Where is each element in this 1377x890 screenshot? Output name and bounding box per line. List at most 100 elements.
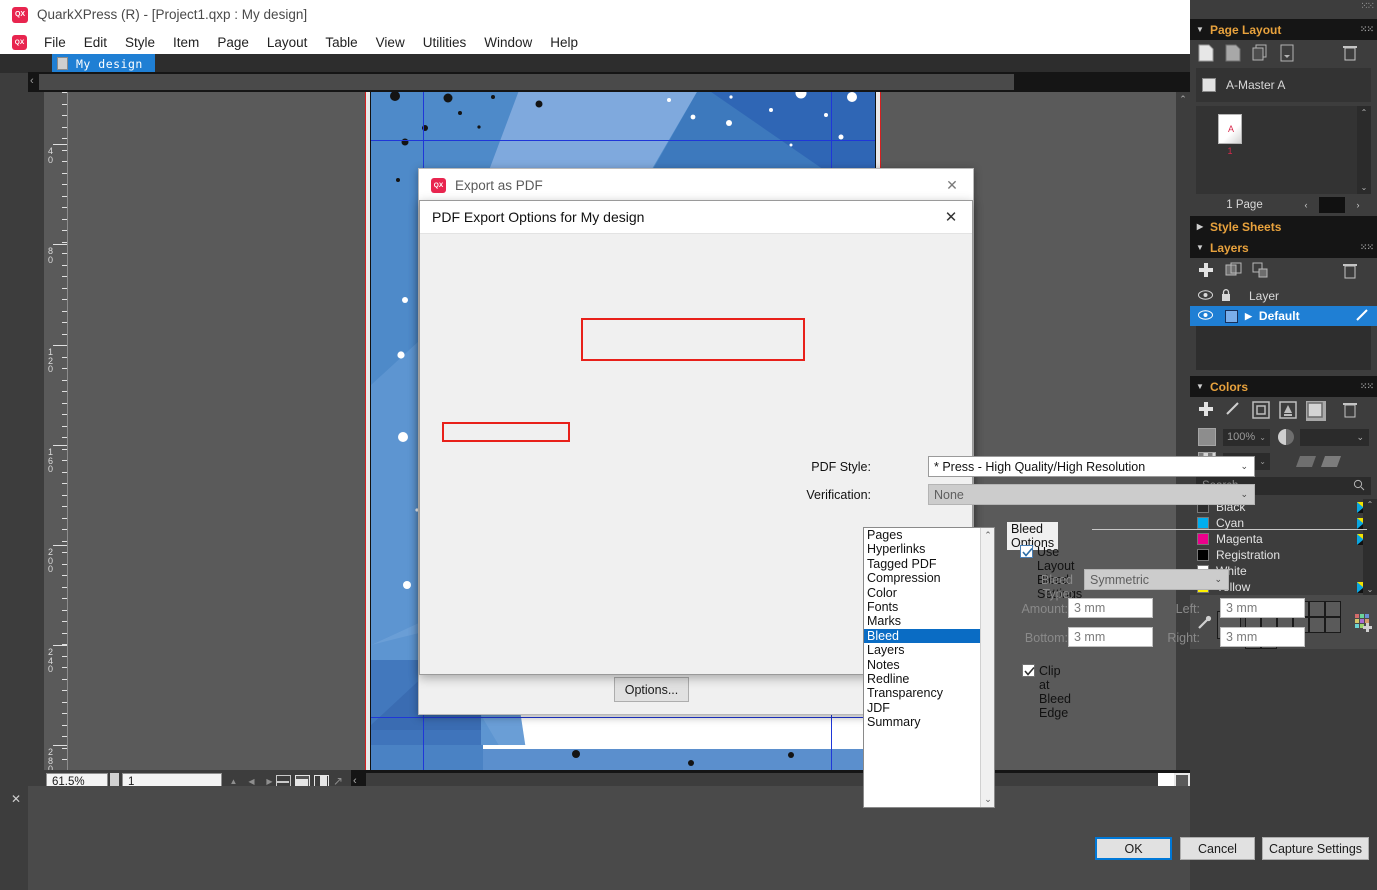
merge-layers-icon[interactable] (1225, 262, 1245, 282)
category-scroll-up-icon[interactable]: ⌃ (981, 530, 995, 541)
category-item-compression[interactable]: Compression (864, 571, 994, 585)
linear-blend-icon[interactable] (1296, 456, 1316, 467)
move-item-layer-icon[interactable] (1252, 262, 1272, 282)
add-layer-icon[interactable] (1198, 262, 1218, 282)
category-item-summary[interactable]: Summary (864, 715, 994, 729)
bleed-left-field[interactable]: 3 mm (1220, 598, 1305, 618)
layer-eye-icon[interactable] (1198, 309, 1213, 323)
opacity-icon[interactable] (1278, 429, 1294, 445)
panel-grip-icon[interactable]: ⁙⁙ (1360, 24, 1373, 35)
category-item-redline[interactable]: Redline (864, 672, 994, 686)
category-scroll-down-icon[interactable]: ⌄ (981, 794, 995, 805)
delete-color-icon[interactable] (1342, 401, 1362, 421)
category-listbox[interactable]: Pages Hyperlinks Tagged PDF Compression … (863, 527, 995, 808)
category-item-hyperlinks[interactable]: Hyperlinks (864, 542, 994, 556)
add-color-icon[interactable] (1198, 401, 1218, 421)
bleed-type-combo[interactable]: Symmetric ⌄ (1084, 569, 1229, 590)
color-scroll-up-icon[interactable]: ⌃ (1363, 499, 1377, 509)
use-layout-bleed-checkbox[interactable] (1020, 545, 1033, 558)
page-thumbnail-scrollbar[interactable]: ⌃ ⌄ (1357, 106, 1371, 194)
menu-item[interactable]: Item (164, 33, 208, 52)
pdf-style-combo[interactable]: * Press - High Quality/High Resolution ⌄ (928, 456, 1255, 477)
swatch-cell[interactable] (1325, 601, 1341, 617)
panel-header-layers[interactable]: ▼ Layers ⁙⁙ (1190, 237, 1377, 258)
scroll-up-button[interactable]: ⌃ (1176, 92, 1190, 106)
delete-layer-icon[interactable] (1342, 262, 1362, 282)
category-item-color[interactable]: Color (864, 586, 994, 600)
category-item-jdf[interactable]: JDF (864, 701, 994, 715)
menu-style[interactable]: Style (116, 33, 164, 52)
panel-dock-grip[interactable]: ⁙⁙ (1190, 0, 1377, 19)
document-tab-my-design[interactable]: My design (52, 54, 155, 73)
swatch-cell[interactable] (1325, 617, 1341, 633)
bottom-horizontal-scrollbar[interactable]: ‹ › (28, 72, 1377, 92)
radial-blend-icon[interactable] (1321, 456, 1341, 467)
category-item-bleed[interactable]: Bleed (864, 629, 994, 643)
bleed-right-field[interactable]: 3 mm (1220, 627, 1305, 647)
ok-button[interactable]: OK (1095, 837, 1172, 860)
layer-expand-arrow-icon[interactable]: ▶ (1245, 311, 1252, 322)
color-row[interactable]: Magenta (1190, 531, 1377, 547)
cancel-button[interactable]: Cancel (1180, 837, 1255, 860)
options-button[interactable]: Options... (614, 677, 689, 702)
frame-color-icon[interactable] (1252, 401, 1272, 421)
page-nav-prev[interactable]: ‹ (1293, 197, 1319, 213)
layer-row-default[interactable]: ▶ Default (1190, 306, 1377, 326)
category-item-notes[interactable]: Notes (864, 658, 994, 672)
verification-combo[interactable]: None ⌄ (928, 484, 1255, 505)
thumb-scroll-down-icon[interactable]: ⌄ (1357, 183, 1371, 192)
insert-page-icon[interactable] (1279, 44, 1299, 64)
export-window-close-button[interactable]: ✕ (931, 177, 973, 194)
menu-file[interactable]: File (35, 33, 75, 52)
bottom-scroll-thumb[interactable] (39, 74, 1014, 90)
page-thumbnail[interactable]: A (1218, 114, 1242, 144)
blend-mode-dropdown[interactable]: ⌄ (1300, 429, 1369, 446)
category-item-fonts[interactable]: Fonts (864, 600, 994, 614)
category-item-pages[interactable]: Pages (864, 528, 994, 542)
menu-view[interactable]: View (367, 33, 414, 52)
menu-utilities[interactable]: Utilities (414, 33, 476, 52)
menu-layout[interactable]: Layout (258, 33, 317, 52)
panel-grip-icon-colors[interactable]: ⁙⁙ (1360, 381, 1373, 392)
text-color-icon[interactable] (1279, 401, 1299, 421)
color-scroll-down-icon[interactable]: ⌄ (1363, 585, 1377, 594)
search-icon[interactable] (1353, 479, 1365, 494)
bottom-pane-close-icon[interactable]: ✕ (11, 792, 21, 806)
category-item-transparency[interactable]: Transparency (864, 686, 994, 700)
duplicate-master-icon[interactable] (1225, 44, 1245, 64)
shade-field[interactable]: 100% ⌄ (1223, 429, 1270, 446)
vertical-ruler[interactable]: 4080120160200240280 (44, 92, 68, 799)
category-list-scrollbar[interactable]: ⌃ ⌄ (980, 528, 994, 807)
page-thumbnail-area[interactable]: A 1 ⌃ ⌄ (1196, 106, 1371, 194)
category-item-tagged-pdf[interactable]: Tagged PDF (864, 557, 994, 571)
dialog-close-button[interactable]: ✕ (930, 208, 972, 226)
bottom-scroll-left-arrow[interactable]: ‹ (30, 75, 34, 87)
duplicate-page-icon[interactable] (1252, 44, 1272, 64)
swatch-cell[interactable] (1309, 617, 1325, 633)
capture-settings-button[interactable]: Capture Settings (1262, 837, 1369, 860)
page-nav-track[interactable] (1319, 197, 1345, 213)
clip-at-bleed-edge-checkbox[interactable] (1022, 664, 1035, 677)
panel-grip-icon-layers[interactable]: ⁙⁙ (1360, 242, 1373, 253)
panel-header-colors[interactable]: ▼ Colors ⁙⁙ (1190, 376, 1377, 397)
edit-color-icon[interactable] (1225, 401, 1245, 421)
color-list-scrollbar[interactable]: ⌃ ⌄ (1363, 499, 1377, 595)
canvas-vertical-scrollbar[interactable]: ⌃ ⌄ (1176, 92, 1190, 799)
category-item-marks[interactable]: Marks (864, 614, 994, 628)
color-row[interactable]: Registration (1190, 547, 1377, 563)
menu-page[interactable]: Page (208, 33, 258, 52)
panel-header-page-layout[interactable]: ▼ Page Layout ⁙⁙ (1190, 19, 1377, 40)
page-nav-next[interactable]: › (1345, 197, 1371, 213)
background-color-icon[interactable] (1306, 401, 1326, 421)
menu-edit[interactable]: Edit (75, 33, 116, 52)
swatch-cell[interactable] (1309, 601, 1325, 617)
blank-page-icon[interactable] (1198, 44, 1218, 64)
master-page-list[interactable]: A-Master A (1196, 68, 1371, 102)
delete-icon[interactable] (1342, 44, 1362, 64)
menu-table[interactable]: Table (316, 33, 366, 52)
menu-window[interactable]: Window (475, 33, 541, 52)
category-item-layers[interactable]: Layers (864, 643, 994, 657)
menu-help[interactable]: Help (541, 33, 587, 52)
shade-target-icon[interactable] (1198, 428, 1216, 446)
new-color-from-swatch-icon[interactable] (1355, 614, 1373, 637)
